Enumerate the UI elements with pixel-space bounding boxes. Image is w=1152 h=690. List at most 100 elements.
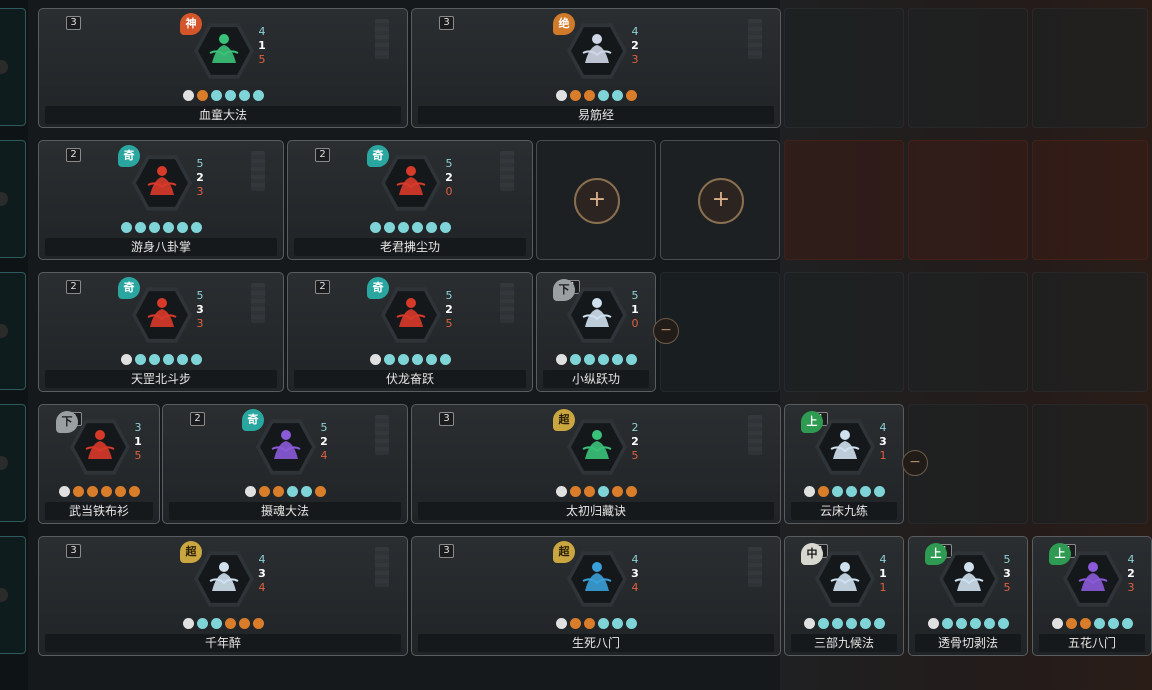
- palm-icon: [266, 425, 306, 469]
- element-dot: [300, 486, 312, 497]
- skill-card[interactable]: 2 奇 5 2 3 游身八卦掌: [38, 140, 284, 260]
- stat-2: 2: [196, 171, 204, 184]
- empty-slot: [908, 140, 1028, 260]
- add-skill-button[interactable]: +: [574, 178, 620, 224]
- row-tab-1[interactable]: [0, 8, 26, 126]
- element-dot: [176, 222, 188, 233]
- skill-card[interactable]: 3 神 4 1 5 血童大法: [38, 8, 408, 128]
- row-marker: [0, 588, 8, 602]
- empty-slot: [784, 140, 904, 260]
- element-dot: [597, 486, 609, 497]
- stat-2: 1: [258, 39, 266, 52]
- skill-icon-frame: [194, 23, 254, 79]
- element-dot: [114, 486, 126, 497]
- skill-card[interactable]: 3 绝 4 2 3 易筋经: [411, 8, 781, 128]
- stat-3: 5: [258, 53, 266, 66]
- stat-1: 5: [196, 289, 204, 302]
- skill-name: 小纵跃功: [543, 370, 649, 388]
- skill-icon-frame: [815, 551, 875, 607]
- element-dot: [1107, 618, 1119, 629]
- level-badge: 2: [66, 280, 81, 294]
- stat-2: 3: [196, 303, 204, 316]
- element-dot: [148, 354, 160, 365]
- stat-1: 5: [445, 289, 453, 302]
- element-dot: [196, 90, 208, 101]
- stat-2: 2: [1127, 567, 1135, 580]
- level-badge: 2: [190, 412, 205, 426]
- add-skill-slot[interactable]: +: [660, 140, 780, 260]
- element-dots: [785, 486, 903, 498]
- element-dot: [859, 618, 871, 629]
- stat-2: 3: [879, 435, 887, 448]
- element-dot: [120, 222, 132, 233]
- stat-3: 3: [196, 185, 204, 198]
- stat-1: 4: [879, 553, 887, 566]
- skill-icon-frame: [194, 551, 254, 607]
- level-badge: 2: [315, 148, 330, 162]
- row-tab-4[interactable]: [0, 404, 26, 522]
- skill-card[interactable]: 1 上 4 2 3 五花八门: [1032, 536, 1152, 656]
- remove-slot-button[interactable]: −: [653, 318, 679, 344]
- stat-3: 4: [631, 581, 639, 594]
- element-dot: [817, 618, 829, 629]
- row-tab-2[interactable]: [0, 140, 26, 258]
- skill-card[interactable]: 3 超 4 3 4 生死八门: [411, 536, 781, 656]
- element-dot: [873, 618, 885, 629]
- element-dot: [803, 486, 815, 497]
- element-dot: [238, 618, 250, 629]
- skill-card[interactable]: 1 中 4 1 1 三部九候法: [784, 536, 904, 656]
- element-dot: [845, 618, 857, 629]
- skill-stats: 4 2 3: [1123, 553, 1139, 595]
- element-dot: [597, 618, 609, 629]
- empty-slot: [1032, 140, 1148, 260]
- element-dot: [803, 618, 815, 629]
- skill-card[interactable]: 2 奇 5 2 4 摄魂大法: [162, 404, 408, 524]
- element-dot: [555, 354, 567, 365]
- skill-card[interactable]: 2 奇 5 2 5 伏龙奋跃: [287, 272, 533, 392]
- skill-card[interactable]: 1 下 3 1 5 武当铁布衫: [38, 404, 160, 524]
- row-tab-3[interactable]: [0, 272, 26, 390]
- skill-card[interactable]: 2 奇 5 2 0 老君拂尘功: [287, 140, 533, 260]
- whip-icon: [391, 161, 431, 205]
- skill-stats: 5 2 5: [441, 289, 457, 331]
- stat-3: 5: [631, 449, 639, 462]
- stat-3: 1: [879, 581, 887, 594]
- element-dot: [100, 486, 112, 497]
- remove-slot-button[interactable]: −: [902, 450, 928, 476]
- fist-icon: [142, 161, 182, 205]
- stat-3: 0: [445, 185, 453, 198]
- element-dot: [425, 354, 437, 365]
- element-dot: [1093, 618, 1105, 629]
- element-dot: [272, 486, 284, 497]
- skill-name: 透骨切剥法: [915, 634, 1021, 652]
- row-tab-5[interactable]: [0, 536, 26, 654]
- stat-1: 4: [258, 25, 266, 38]
- element-dots: [288, 354, 532, 366]
- sword-palm-icon: [577, 425, 617, 469]
- level-badge: 2: [66, 148, 81, 162]
- skill-card[interactable]: 3 超 2 2 5 太初归藏诀: [411, 404, 781, 524]
- card-ornament: [375, 415, 389, 455]
- skill-card[interactable]: 2 奇 5 3 3 天罡北斗步: [38, 272, 284, 392]
- element-dot: [224, 618, 236, 629]
- element-dot: [176, 354, 188, 365]
- skill-card[interactable]: 1 上 4 3 1 云床九练: [784, 404, 904, 524]
- skill-name: 天罡北斗步: [45, 370, 277, 388]
- palm-icon: [825, 557, 865, 601]
- card-ornament: [748, 19, 762, 59]
- rarity-tag: 超: [553, 541, 575, 563]
- skill-card[interactable]: 1 下 5 1 0 小纵跃功: [536, 272, 656, 392]
- card-ornament: [500, 151, 514, 191]
- skill-card[interactable]: 1 上 5 3 5 透骨切剥法: [908, 536, 1028, 656]
- skill-card[interactable]: 3 超 4 3 4 千年醉: [38, 536, 408, 656]
- rarity-tag: 下: [553, 279, 575, 301]
- stat-1: 2: [631, 421, 639, 434]
- element-dot: [134, 222, 146, 233]
- empty-slot: [784, 8, 904, 128]
- rarity-tag: 上: [1049, 543, 1071, 565]
- add-skill-button[interactable]: +: [698, 178, 744, 224]
- stat-1: 5: [320, 421, 328, 434]
- stat-2: 3: [258, 567, 266, 580]
- card-ornament: [251, 283, 265, 323]
- add-skill-slot[interactable]: +: [536, 140, 656, 260]
